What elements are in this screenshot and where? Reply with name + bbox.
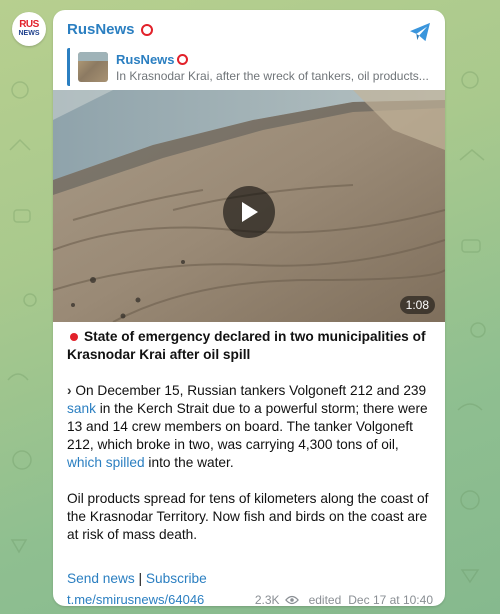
red-circle-icon	[176, 53, 188, 65]
reply-text: In Krasnodar Krai, after the wreck of ta…	[116, 68, 429, 83]
reply-preview[interactable]: RusNews In Krasnodar Krai, after the wre…	[67, 48, 436, 86]
video-player[interactable]: 1:08	[53, 90, 445, 322]
message-bubble: RusNews RusNews In Krasnodar Krai, after…	[53, 10, 445, 606]
avatar-logo-bottom: NEWS	[18, 30, 40, 37]
chevron-right-icon: ›	[67, 383, 72, 398]
post-p1-part-b: in the Kerch Strait due to a powerful st…	[67, 401, 428, 452]
subscribe-link[interactable]: Subscribe	[146, 571, 207, 586]
footer-links: Send news | Subscribe	[67, 571, 207, 586]
reply-author: RusNews	[116, 52, 436, 67]
eye-icon	[284, 595, 299, 604]
reply-author-label: RusNews	[116, 51, 175, 67]
message-meta: t.me/smirusnews/64046 2.3K edited Dec 17…	[67, 592, 433, 606]
red-circle-icon	[140, 23, 153, 36]
post-paragraph-1: › On December 15, Russian tankers Volgon…	[67, 382, 433, 472]
channel-name[interactable]: RusNews	[67, 21, 153, 38]
share-icon[interactable]	[409, 22, 431, 42]
send-news-link[interactable]: Send news	[67, 571, 135, 586]
video-duration: 1:08	[399, 296, 435, 314]
reply-thumbnail	[78, 52, 108, 82]
red-dot-icon	[70, 332, 78, 341]
avatar-logo-top: RUS	[19, 19, 39, 30]
play-button[interactable]	[223, 186, 275, 238]
sank-link[interactable]: sank	[67, 401, 96, 416]
view-count: 2.3K	[254, 592, 280, 607]
edited-label: edited	[308, 592, 342, 607]
which-spilled-link[interactable]: which spilled	[67, 455, 145, 470]
post-p1-part-a: On December 15, Russian tankers Volgonef…	[75, 383, 427, 398]
post-date: Dec 17 at 10:40	[348, 592, 433, 607]
post-url-link[interactable]: t.me/smirusnews/64046	[67, 592, 204, 606]
channel-avatar[interactable]: RUS NEWS	[12, 12, 46, 46]
link-separator: |	[134, 571, 146, 586]
post-paragraph-2: Oil products spread for tens of kilomete…	[67, 491, 429, 542]
post-p1-part-c: into the water.	[144, 455, 234, 470]
post-headline-text: State of emergency declared in two munic…	[67, 329, 426, 362]
post-headline: State of emergency declared in two munic…	[67, 328, 433, 364]
post-text: State of emergency declared in two munic…	[67, 328, 433, 544]
meta-right: 2.3K edited Dec 17 at 10:40	[255, 593, 433, 607]
channel-name-label: RusNews	[67, 21, 135, 38]
play-icon	[242, 202, 258, 222]
